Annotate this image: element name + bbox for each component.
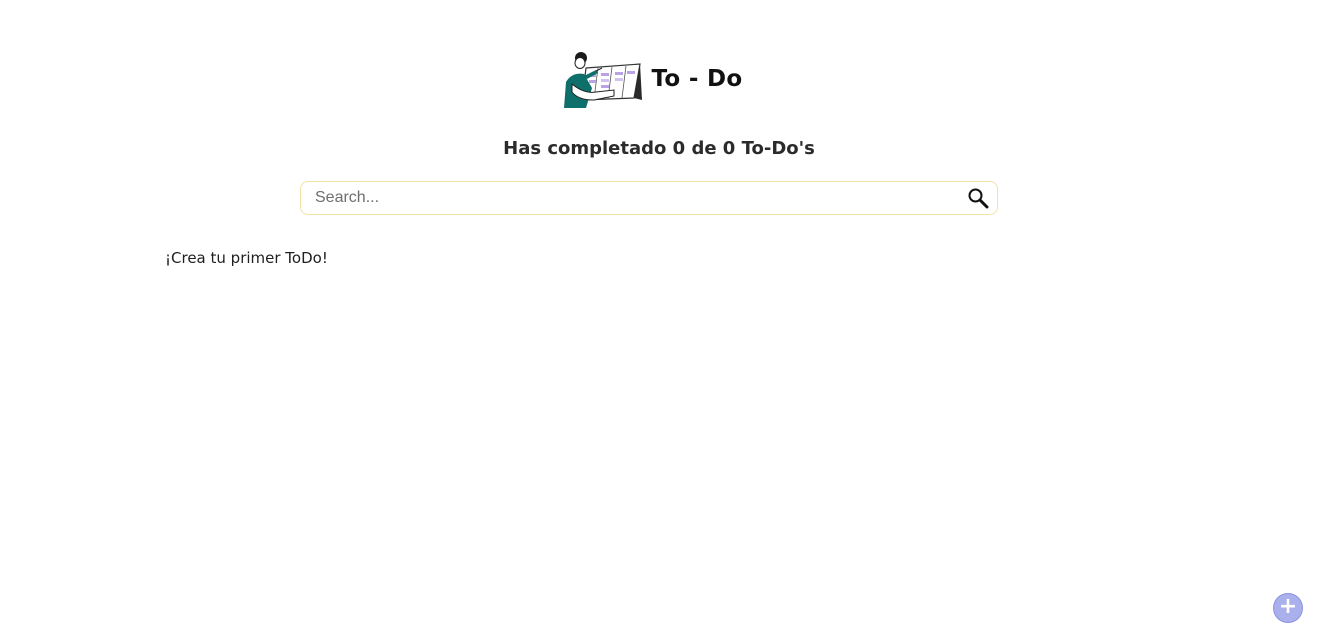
page-title: To - Do [651,66,743,92]
todo-app: To - Do Has completado 0 de 0 To-Do's ¡C… [0,0,1318,637]
search-icon[interactable] [967,187,989,209]
todo-counter: Has completado 0 de 0 To-Do's [503,138,815,159]
app-header: To - Do [0,48,1318,110]
person-with-kanban-board-icon [563,52,642,108]
add-todo-button[interactable]: + [1273,593,1303,623]
search-input[interactable] [301,182,967,214]
search-bar [300,181,998,215]
empty-state-message: ¡Crea tu primer ToDo! [165,249,328,267]
plus-icon: + [1278,594,1298,619]
